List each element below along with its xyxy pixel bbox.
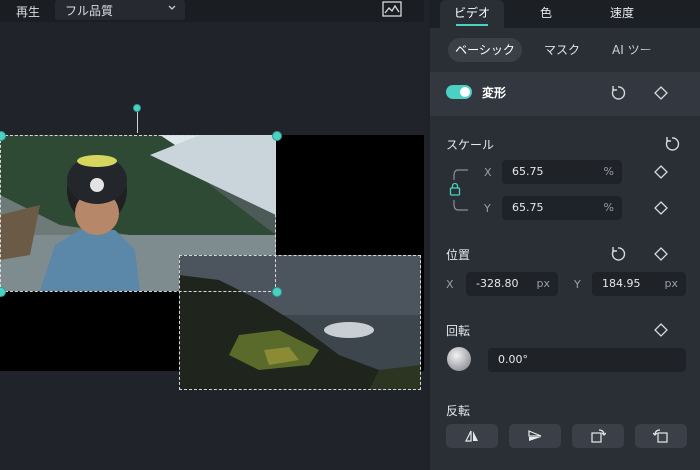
position-x-axis-label: X (446, 278, 454, 291)
position-y-value: 184.95 (602, 277, 641, 290)
preview-toolbar: 再生 フル品質 (0, 0, 424, 22)
position-x-value: -328.80 (476, 277, 519, 290)
toggle-knob (460, 87, 470, 97)
quality-dropdown-label: フル品質 (65, 4, 114, 18)
keyframe-diamond-icon[interactable] (653, 200, 669, 216)
flip-label: 反転 (446, 404, 471, 418)
rotate-counterclockwise-icon (653, 429, 668, 443)
position-y-axis-label: Y (574, 278, 581, 291)
scale-x-input[interactable]: 65.75 % (502, 160, 622, 184)
rotate-value: 0.00° (498, 353, 528, 366)
position-x-input[interactable]: -328.80 px (466, 272, 558, 296)
transform-section-header: 変形 (430, 72, 700, 116)
resize-handle-bottom-right[interactable] (272, 287, 282, 297)
active-tab-indicator (456, 24, 488, 26)
properties-panel: ビデオ 色 速度 ベーシック マスク AI ツー 変形 スケール X 65.75… (430, 0, 700, 470)
clip-mountain-selection (179, 255, 421, 390)
position-y-unit: px (664, 277, 679, 290)
scale-y-unit: % (603, 201, 614, 214)
tab-color[interactable]: 色 (514, 0, 578, 28)
keyframe-diamond-icon[interactable] (653, 322, 669, 338)
transform-label: 変形 (482, 86, 507, 100)
rotate-handle[interactable] (133, 104, 141, 112)
rotate-input[interactable]: 0.00° (488, 348, 686, 372)
position-x-unit: px (536, 277, 551, 290)
transform-toggle[interactable] (446, 85, 472, 99)
reset-icon[interactable] (610, 85, 626, 101)
scale-x-axis-label: X (484, 166, 492, 179)
subtab-basic[interactable]: ベーシック (448, 38, 522, 62)
rotate-counterclockwise-button[interactable] (635, 424, 687, 448)
flip-vertical-icon (528, 430, 542, 441)
scale-label: スケール (446, 138, 495, 152)
position-y-input[interactable]: 184.95 px (592, 272, 686, 296)
keyframe-diamond-icon[interactable] (653, 85, 669, 101)
rotate-clockwise-button[interactable] (572, 424, 624, 448)
rotate-handle-line (137, 110, 138, 133)
rotation-dial[interactable] (446, 346, 472, 372)
flip-horizontal-button[interactable] (446, 424, 498, 448)
rotate-label: 回転 (446, 324, 471, 338)
preview-area: 再生 フル品質 (0, 0, 424, 470)
position-label: 位置 (446, 248, 471, 262)
chevron-down-icon (168, 5, 176, 10)
play-button[interactable]: 再生 (16, 3, 40, 20)
scale-y-axis-label: Y (484, 202, 491, 215)
flip-horizontal-icon (465, 430, 478, 442)
subtab-overflow-fade (638, 38, 678, 62)
scale-x-value: 65.75 (512, 165, 544, 178)
keyframe-diamond-icon[interactable] (653, 246, 669, 262)
snapshot-icon[interactable] (382, 1, 402, 17)
reset-icon[interactable] (610, 246, 626, 262)
scale-y-input[interactable]: 65.75 % (502, 196, 622, 220)
keyframe-diamond-icon[interactable] (653, 164, 669, 180)
lock-icon[interactable] (448, 182, 462, 196)
scale-x-unit: % (603, 165, 614, 178)
scale-y-value: 65.75 (512, 201, 544, 214)
subtab-mask[interactable]: マスク (544, 38, 580, 62)
tab-speed[interactable]: 速度 (590, 0, 654, 28)
panel-tabs: ビデオ 色 速度 (430, 0, 700, 28)
resize-handle-top-right[interactable] (272, 131, 282, 141)
rotate-clockwise-icon (591, 429, 606, 443)
flip-vertical-button[interactable] (509, 424, 561, 448)
quality-dropdown[interactable]: フル品質 (55, 0, 185, 20)
reset-icon[interactable] (664, 136, 680, 152)
